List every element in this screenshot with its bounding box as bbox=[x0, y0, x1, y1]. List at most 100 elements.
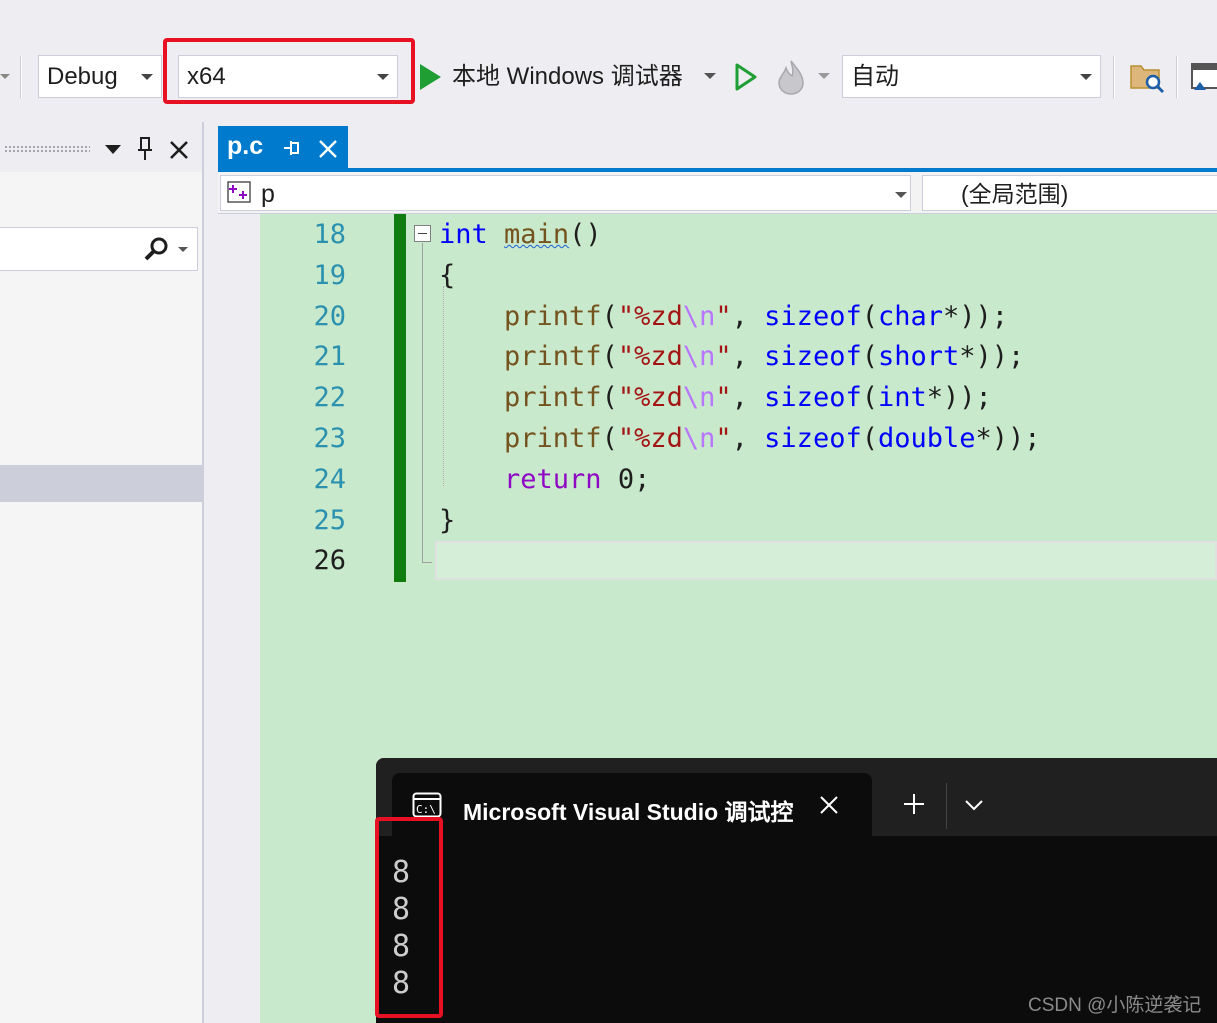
code-line[interactable]: { bbox=[439, 255, 455, 296]
tab-label: p.c bbox=[227, 132, 264, 160]
code-token: 0; bbox=[601, 463, 651, 495]
code-token: short bbox=[877, 341, 960, 373]
debug-console-window: C:\ Microsoft Visual Studio 调试控制台 8888 bbox=[376, 758, 1217, 1023]
code-token: sizeof bbox=[764, 300, 862, 332]
code-line[interactable]: } bbox=[439, 500, 455, 541]
window-layout-button[interactable] bbox=[1190, 60, 1217, 94]
line-number: 22 bbox=[313, 382, 346, 414]
close-icon[interactable] bbox=[318, 139, 338, 159]
chevron-down-icon bbox=[141, 74, 153, 80]
code-token: *)); bbox=[943, 300, 1009, 332]
terminal-tab[interactable]: C:\ Microsoft Visual Studio 调试控制台 bbox=[392, 773, 872, 836]
pin-icon[interactable] bbox=[137, 136, 153, 162]
code-line[interactable]: printf("%zd\n", sizeof(short*)); bbox=[439, 336, 1024, 377]
code-token: " bbox=[715, 382, 732, 414]
code-token: ( bbox=[861, 341, 878, 373]
code-line[interactable]: int main() bbox=[439, 214, 602, 255]
code-token: "%zd bbox=[617, 341, 683, 373]
debugger-dropdown-arrow-icon[interactable] bbox=[704, 73, 716, 79]
code-token: char bbox=[877, 300, 944, 332]
code-token: double bbox=[877, 423, 976, 454]
code-token: , bbox=[731, 382, 765, 414]
platform-highlight-box bbox=[163, 38, 415, 104]
debugger-label: 本地 Windows 调试器 bbox=[452, 63, 683, 90]
tab-p-c[interactable]: p.c bbox=[218, 126, 348, 168]
svg-text:C:\: C:\ bbox=[416, 803, 436, 816]
watermark: CSDN @小陈逆袭记 bbox=[1028, 995, 1202, 1016]
code-token: ( bbox=[861, 423, 878, 454]
pin-icon[interactable] bbox=[282, 139, 302, 157]
line-number: 24 bbox=[313, 463, 346, 495]
console-icon: C:\ bbox=[412, 792, 442, 818]
search-icon bbox=[144, 237, 168, 261]
hot-reload-icon bbox=[778, 60, 804, 95]
code-line[interactable]: printf("%zd\n", sizeof(int*)); bbox=[439, 377, 992, 418]
configuration-dropdown[interactable]: Debug bbox=[38, 55, 162, 98]
start-debugging-icon bbox=[420, 64, 441, 90]
open-folder-button[interactable] bbox=[1129, 60, 1165, 94]
fold-guide bbox=[422, 243, 423, 563]
toolbar-edge-arrow bbox=[0, 74, 10, 79]
new-tab-icon[interactable] bbox=[903, 793, 925, 815]
code-token: int bbox=[877, 382, 927, 414]
main-toolbar: Debug x64 本地 Windows 调试器 自动 bbox=[0, 0, 1217, 122]
margin-gutter bbox=[218, 214, 260, 1023]
code-token: ( bbox=[601, 300, 618, 332]
line-number: 23 bbox=[313, 423, 346, 454]
code-token: printf bbox=[504, 423, 602, 454]
toolbar-separator bbox=[1176, 56, 1178, 98]
chevron-down-icon[interactable] bbox=[178, 247, 188, 252]
code-token: } bbox=[439, 504, 456, 536]
code-token: ( bbox=[861, 382, 878, 414]
line-number: 20 bbox=[313, 300, 346, 332]
code-token: \n bbox=[682, 341, 716, 373]
scope-left-value: p bbox=[261, 180, 275, 208]
code-token: ( bbox=[601, 341, 618, 373]
code-token: *)); bbox=[959, 341, 1025, 373]
scope-dropdown-left[interactable]: p bbox=[220, 175, 911, 211]
code-token: printf bbox=[504, 341, 602, 373]
solution-config-value: 自动 bbox=[851, 63, 899, 90]
code-token: int bbox=[439, 219, 488, 250]
code-token: sizeof bbox=[764, 423, 862, 454]
dropdown-icon[interactable] bbox=[105, 145, 121, 154]
chevron-down-icon[interactable] bbox=[964, 798, 984, 812]
code-token: "%zd bbox=[617, 382, 683, 414]
close-icon[interactable] bbox=[168, 139, 190, 161]
code-token: ( bbox=[601, 423, 618, 454]
start-without-debugging-icon bbox=[735, 63, 757, 91]
search-input[interactable] bbox=[0, 227, 198, 271]
code-token: () bbox=[569, 219, 602, 250]
toolbar-separator bbox=[1113, 56, 1115, 98]
start-without-debugging-button[interactable] bbox=[730, 60, 760, 94]
collapse-icon[interactable] bbox=[414, 225, 431, 242]
solution-config-dropdown[interactable]: 自动 bbox=[842, 55, 1101, 98]
code-line[interactable]: printf("%zd\n", sizeof(double*)); bbox=[439, 418, 1041, 459]
code-token: ( bbox=[601, 382, 618, 414]
chevron-down-icon bbox=[818, 73, 830, 79]
open-folder-icon bbox=[1130, 65, 1165, 94]
code-line[interactable]: return 0; bbox=[439, 459, 650, 500]
code-token: { bbox=[439, 259, 456, 291]
titlebar-divider bbox=[946, 783, 947, 829]
code-token: printf bbox=[504, 382, 602, 414]
selected-tree-row[interactable] bbox=[0, 465, 202, 502]
solution-explorer-panel bbox=[0, 122, 204, 1023]
code-token: main bbox=[504, 219, 570, 250]
code-token: sizeof bbox=[764, 382, 862, 414]
current-line-highlight bbox=[435, 541, 1217, 580]
panel-grip[interactable] bbox=[4, 145, 90, 153]
close-icon[interactable] bbox=[819, 795, 839, 815]
line-number: 18 bbox=[313, 219, 346, 250]
code-token: ( bbox=[861, 300, 878, 332]
navigation-bar: p (全局范围) bbox=[218, 172, 1217, 214]
hot-reload-button[interactable] bbox=[772, 56, 832, 98]
code-token: " bbox=[715, 341, 732, 373]
toolbar-separator bbox=[20, 56, 22, 98]
window-layout-icon bbox=[1191, 63, 1217, 90]
scope-dropdown-right[interactable]: (全局范围) bbox=[922, 175, 1217, 211]
code-line[interactable]: printf("%zd\n", sizeof(char*)); bbox=[439, 296, 1008, 337]
